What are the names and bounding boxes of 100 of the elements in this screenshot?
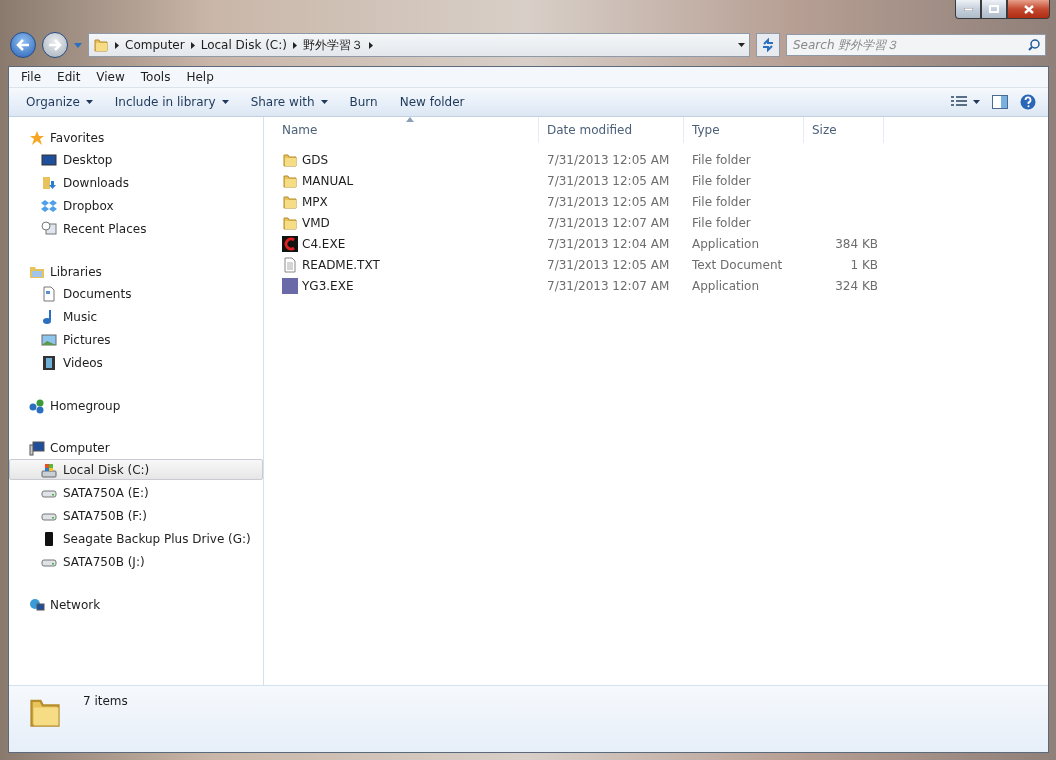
menu-item[interactable]: File (13, 70, 50, 84)
preview-pane-icon (992, 95, 1008, 109)
type-cell-text: Text Document (691, 257, 784, 272)
folder-icon (282, 151, 298, 168)
folder-icon (93, 37, 109, 53)
nav-section-label: Homegroup (50, 398, 121, 413)
nav-section[interactable]: Network (9, 594, 263, 615)
breadcrumb[interactable]: 野外学習３ (302, 36, 363, 54)
column-header[interactable]: Date modified (539, 117, 684, 143)
help-icon (1020, 94, 1036, 110)
nav-item-label: SATA750B (F:) (63, 508, 148, 523)
size-cell-text: 1 KB (849, 257, 879, 272)
item-count: 7 items (83, 694, 128, 708)
nav-item[interactable]: Documents (9, 283, 263, 304)
nav-section[interactable]: Computer (9, 437, 263, 458)
homegroup-icon (29, 397, 45, 414)
nav-item[interactable]: Desktop (9, 149, 263, 170)
computer-icon (29, 439, 45, 456)
nav-item-label: Local Disk (C:) (63, 462, 150, 477)
star-icon (29, 129, 45, 146)
nav-item-label: Videos (63, 355, 103, 370)
nav-item[interactable]: Seagate Backup Plus Drive (G:) (9, 528, 263, 549)
dropdown-caret-icon[interactable] (738, 43, 745, 47)
size-cell-text: 384 KB (834, 236, 879, 251)
caret-icon (221, 100, 229, 104)
nav-item-label: Music (63, 309, 98, 324)
chevron-right-icon (115, 41, 119, 49)
maximize-icon (989, 5, 999, 13)
nav-item-label: Seagate Backup Plus Drive (G:) (63, 531, 251, 546)
nav-item-label: Dropbox (63, 198, 114, 213)
file-name[interactable]: GDS (302, 152, 329, 167)
type-cell-text: File folder (691, 152, 752, 167)
nav-section-label: Favorites (50, 130, 105, 145)
menu-item[interactable]: Edit (49, 70, 89, 84)
toolbar-button[interactable]: Share with (239, 90, 339, 114)
file-name[interactable]: MANUAL (302, 173, 354, 188)
film-icon (41, 354, 57, 371)
breadcrumb[interactable]: Local Disk (C:) (200, 38, 287, 52)
refresh-button[interactable] (756, 33, 780, 57)
column-header[interactable]: Type (684, 117, 804, 143)
back-arrow-icon (16, 39, 30, 51)
nav-item[interactable]: SATA750B (J:) (9, 551, 263, 572)
nav-item[interactable]: Videos (9, 352, 263, 373)
nav-item[interactable]: Downloads (9, 172, 263, 193)
folder-icon (282, 193, 298, 210)
file-name[interactable]: VMD (302, 215, 330, 230)
date-cell-text: 7/31/2013 12:04 AM (546, 236, 671, 251)
folder-icon (282, 172, 298, 189)
forward-button[interactable] (42, 32, 68, 58)
nav-item[interactable]: Dropbox (9, 195, 263, 216)
date-cell-text: 7/31/2013 12:07 AM (546, 278, 671, 293)
minimize-button[interactable] (955, 0, 981, 19)
chevron-right-icon (292, 41, 297, 49)
nav-item[interactable]: Recent Places (9, 218, 263, 239)
size-cell-text: 324 KB (834, 278, 879, 293)
toolbar-button[interactable]: Organize (15, 90, 104, 114)
chevron-right-icon (190, 41, 195, 49)
toolbar-button[interactable]: New folder (388, 90, 476, 114)
nav-section-label: Computer (50, 440, 110, 455)
file-name[interactable]: MPX (302, 194, 328, 209)
toolbar-button[interactable]: Include in library (103, 90, 240, 114)
nav-item[interactable]: Pictures (9, 329, 263, 350)
refresh-icon (761, 38, 775, 52)
sort-arrow-icon (406, 117, 414, 122)
text-file-icon (282, 256, 298, 273)
file-name[interactable]: C4.EXE (302, 236, 346, 251)
nav-item-label: Documents (63, 286, 132, 301)
date-cell-text: 7/31/2013 12:05 AM (546, 194, 671, 209)
network-icon (29, 596, 45, 613)
close-button[interactable] (1007, 0, 1050, 19)
nav-section[interactable]: Favorites (9, 127, 263, 148)
picture-icon (41, 331, 57, 348)
menu-item[interactable]: View (88, 70, 133, 84)
maximize-button[interactable] (981, 0, 1007, 19)
file-name[interactable]: YG3.EXE (302, 278, 354, 293)
nav-item[interactable]: SATA750A (E:) (9, 482, 263, 503)
menu-item[interactable]: Help (178, 70, 222, 84)
forward-arrow-icon (48, 39, 62, 51)
nav-item[interactable]: Music (9, 306, 263, 327)
nav-item[interactable]: SATA750B (F:) (9, 505, 263, 526)
application-icon (282, 235, 298, 252)
monitor-icon (41, 151, 57, 168)
nav-section[interactable]: Homegroup (9, 395, 263, 416)
file-name[interactable]: README.TXT (302, 257, 380, 272)
breadcrumb[interactable]: Computer (125, 38, 185, 52)
nav-item-label: Pictures (63, 332, 111, 347)
menu-item[interactable]: Tools (132, 70, 179, 84)
type-cell-text: File folder (691, 173, 752, 188)
address-bar[interactable]: Computer Local Disk (C:) 野外学習３ (88, 33, 750, 57)
toolbar-button[interactable]: Burn (338, 90, 389, 114)
recent-places-icon (41, 220, 57, 237)
search-field[interactable]: Search 野外学習３ (786, 34, 1046, 56)
type-cell-text: Application (691, 236, 761, 251)
column-header[interactable]: Name (274, 117, 539, 143)
column-header[interactable]: Size (804, 117, 884, 143)
nav-item[interactable]: Local Disk (C:) (9, 459, 263, 480)
nav-section[interactable]: Libraries (9, 261, 263, 282)
back-button[interactable] (10, 32, 36, 58)
document-icon (41, 285, 57, 302)
caret-icon (320, 100, 328, 104)
